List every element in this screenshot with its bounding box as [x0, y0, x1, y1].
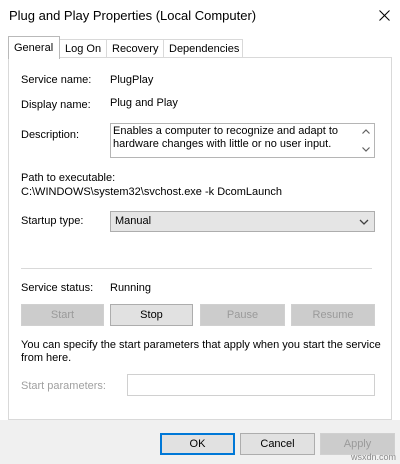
arrow-up-icon[interactable] — [362, 129, 370, 134]
tab-dependencies[interactable]: Dependencies — [163, 39, 243, 57]
window-title: Plug and Play Properties (Local Computer… — [9, 8, 257, 23]
service-name-label: Service name: — [21, 74, 92, 86]
stop-button[interactable]: Stop — [110, 304, 193, 326]
tab-strip: General Log On Recovery Dependencies — [8, 36, 392, 59]
start-params-label: Start parameters: — [21, 380, 106, 392]
startup-type-select[interactable]: Manual — [110, 211, 375, 232]
resume-button[interactable]: Resume — [291, 304, 375, 326]
title-bar: Plug and Play Properties (Local Computer… — [0, 0, 400, 32]
cancel-button[interactable]: Cancel — [240, 433, 315, 455]
start-params-help-text: You can specify the start parameters tha… — [21, 339, 381, 364]
separator — [21, 268, 372, 269]
path-label: Path to executable: — [21, 172, 116, 184]
service-status-label: Service status: — [21, 282, 94, 294]
start-params-input[interactable] — [127, 374, 375, 396]
display-name-label: Display name: — [21, 99, 91, 111]
tab-label: General — [14, 42, 54, 54]
startup-type-value: Manual — [115, 215, 152, 227]
general-panel — [8, 57, 392, 420]
pause-button[interactable]: Pause — [200, 304, 285, 326]
arrow-down-icon[interactable] — [362, 147, 370, 152]
service-status-value: Running — [110, 282, 151, 294]
close-icon — [378, 9, 390, 21]
description-label: Description: — [21, 129, 80, 141]
tab-log-on[interactable]: Log On — [59, 39, 107, 57]
description-text: Enables a computer to recognize and adap… — [113, 125, 339, 150]
start-button[interactable]: Start — [21, 304, 104, 326]
watermark: wsxdn.com — [350, 452, 396, 462]
tab-label: Recovery — [112, 43, 159, 55]
chevron-down-icon — [359, 219, 369, 225]
tab-label: Dependencies — [169, 43, 240, 55]
tab-label: Log On — [65, 43, 102, 55]
description-scrollbar[interactable] — [358, 124, 374, 157]
startup-type-label: Startup type: — [21, 215, 84, 227]
path-value: C:\WINDOWS\system32\svchost.exe -k DcomL… — [21, 186, 283, 198]
description-box[interactable]: Enables a computer to recognize and adap… — [110, 123, 375, 158]
close-button[interactable] — [370, 2, 398, 28]
service-name-value: PlugPlay — [110, 74, 154, 86]
tab-general[interactable]: General — [8, 36, 60, 59]
tab-recovery[interactable]: Recovery — [106, 39, 164, 57]
display-name-field[interactable]: Plug and Play — [110, 97, 178, 109]
ok-button[interactable]: OK — [160, 433, 235, 455]
